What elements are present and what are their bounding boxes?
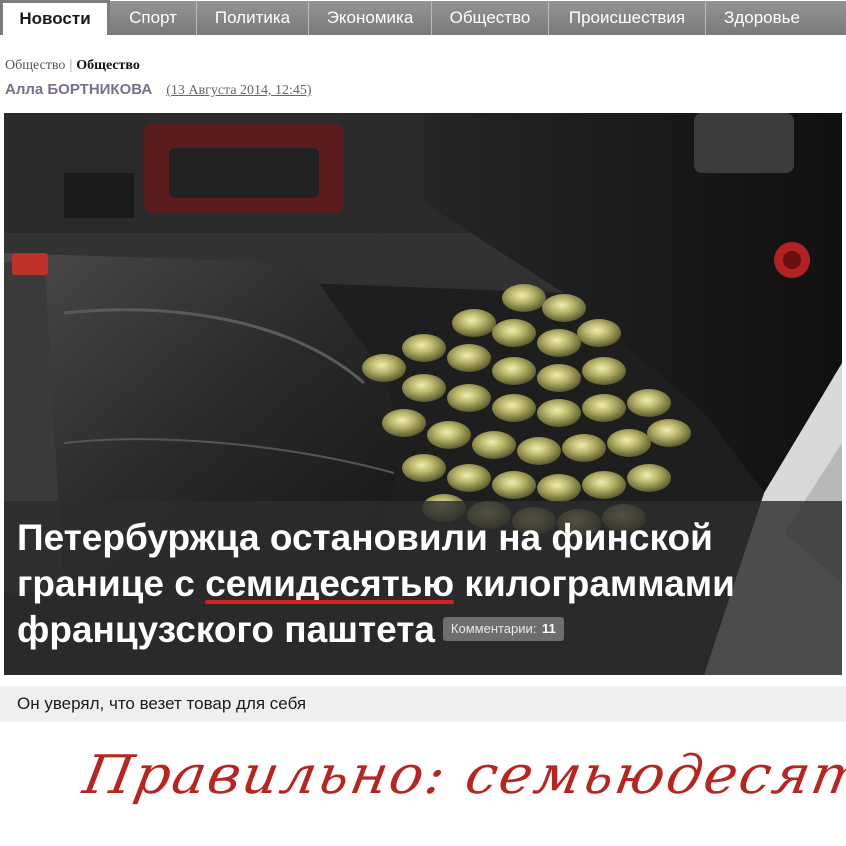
- comments-badge[interactable]: Комментарии: 11: [442, 617, 564, 642]
- hero-image[interactable]: Петербуржца остановили на финской границ…: [4, 113, 842, 675]
- comments-count: 11: [542, 621, 556, 637]
- breadcrumb-parent-link[interactable]: Общество: [5, 58, 65, 73]
- publish-date: (13 Августа 2014, 12:45): [166, 83, 312, 98]
- tab-sport[interactable]: Спорт: [110, 1, 197, 35]
- tab-economy[interactable]: Экономика: [309, 1, 432, 35]
- tab-society[interactable]: Общество: [432, 1, 549, 35]
- nav-filler: [818, 1, 846, 35]
- comments-label: Комментарии:: [450, 621, 537, 637]
- breadcrumb-separator: |: [69, 58, 73, 73]
- tab-incidents[interactable]: Происшествия: [549, 1, 706, 35]
- byline: Алла БОРТНИКОВА (13 Августа 2014, 12:45): [5, 81, 312, 99]
- lead-text: Он уверял, что везет товар для себя: [17, 694, 307, 713]
- article-headline[interactable]: Петербуржца остановили на финской границ…: [17, 515, 817, 653]
- tab-news[interactable]: Новости: [0, 0, 110, 35]
- headline-overlay: Петербуржца остановили на финской границ…: [4, 501, 842, 675]
- headline-error-word: семидесятью: [205, 563, 455, 604]
- tab-health[interactable]: Здоровье: [706, 1, 818, 35]
- author-link[interactable]: Алла БОРТНИКОВА: [5, 81, 152, 98]
- tab-politics[interactable]: Политика: [197, 1, 309, 35]
- breadcrumb-current: Общество: [76, 58, 140, 73]
- correction-note: Правильно: семьюдесятью!: [78, 744, 846, 807]
- top-nav: Новости Спорт Политика Экономика Обществ…: [0, 0, 846, 35]
- article-lead: Он уверял, что везет товар для себя: [0, 686, 846, 722]
- breadcrumb: Общество | Общество: [5, 58, 140, 74]
